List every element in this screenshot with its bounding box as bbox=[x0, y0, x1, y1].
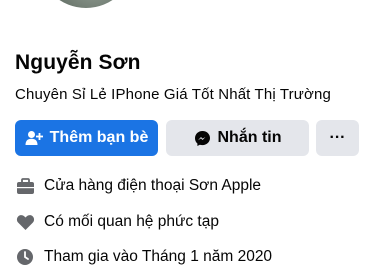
detail-work: Cửa hàng điện thoại Sơn Apple bbox=[15, 176, 261, 196]
add-friend-icon bbox=[25, 130, 43, 146]
profile-avatar[interactable] bbox=[34, 0, 138, 12]
clock-icon bbox=[15, 247, 35, 267]
detail-relationship-text: Có mối quan hệ phức tạp bbox=[44, 213, 219, 230]
detail-relationship: Có mối quan hệ phức tạp bbox=[15, 212, 219, 232]
add-friend-button[interactable]: Thêm bạn bè bbox=[15, 120, 158, 156]
messenger-icon bbox=[194, 130, 211, 147]
profile-name: Nguyễn Sơn bbox=[15, 51, 141, 74]
heart-icon bbox=[15, 212, 35, 232]
profile-bio: Chuyên Sỉ Lẻ IPhone Giá Tốt Nhất Thị Trư… bbox=[15, 86, 331, 103]
more-options-label: ··· bbox=[329, 129, 346, 146]
briefcase-icon bbox=[15, 176, 35, 196]
message-button[interactable]: Nhắn tin bbox=[166, 120, 309, 156]
detail-joined: Tham gia vào Tháng 1 năm 2020 bbox=[15, 247, 272, 267]
detail-work-text: Cửa hàng điện thoại Sơn Apple bbox=[44, 177, 262, 194]
message-label: Nhắn tin bbox=[217, 129, 282, 146]
detail-joined-text: Tham gia vào Tháng 1 năm 2020 bbox=[44, 248, 273, 265]
more-options-button[interactable]: ··· bbox=[316, 120, 359, 156]
add-friend-label: Thêm bạn bè bbox=[49, 129, 149, 146]
